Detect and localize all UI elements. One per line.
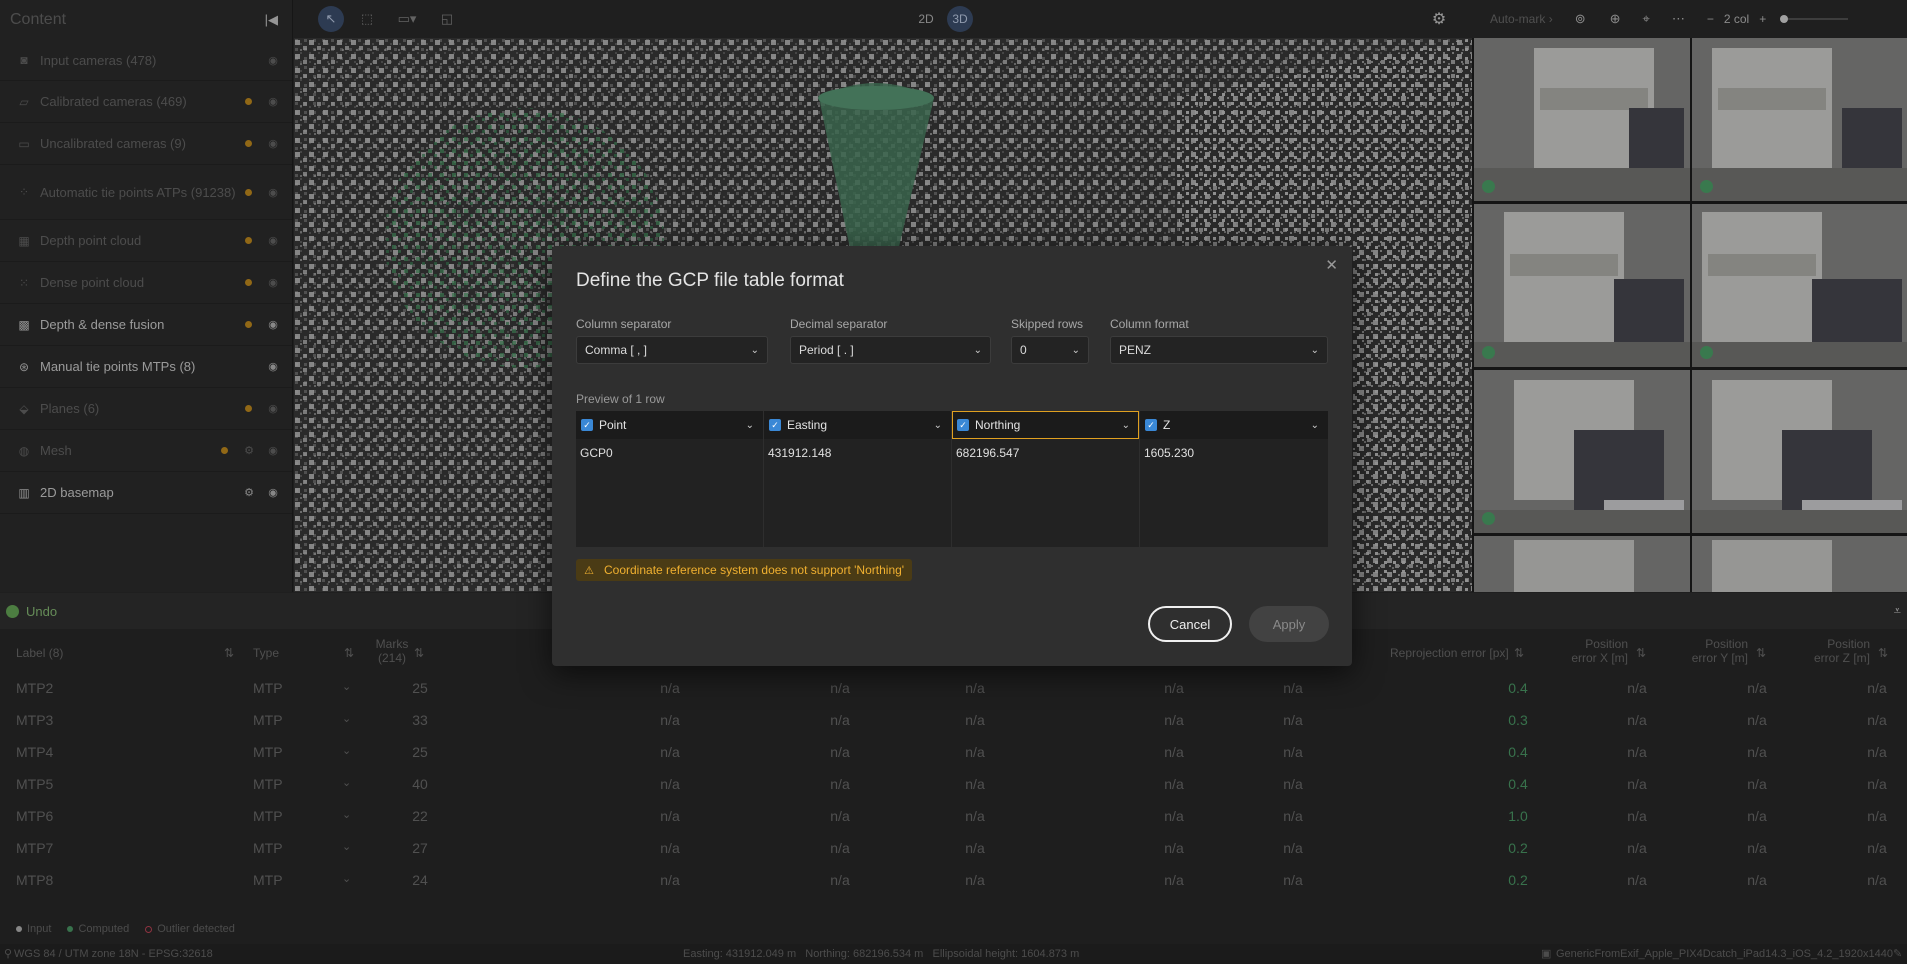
warning-icon: ⚠ <box>584 564 594 577</box>
close-icon[interactable]: ✕ <box>1325 256 1338 274</box>
column-checkbox[interactable]: ✓ <box>581 419 593 431</box>
skipped-rows-select[interactable]: 0 ⌄ <box>1011 336 1089 364</box>
crs-warning: ⚠ Coordinate reference system does not s… <box>576 559 913 581</box>
column-separator-label: Column separator <box>576 317 672 331</box>
preview-column-point: ✓ Point ⌄ GCP0 <box>576 411 764 547</box>
preview-column-z: ✓ Z ⌄ 1605.230 <box>1140 411 1328 547</box>
preview-table: ✓ Point ⌄ GCP0 ✓ Easting ⌄ 431912.148 ✓ … <box>576 411 1328 547</box>
chevron-down-icon: ⌄ <box>750 344 759 356</box>
chevron-down-icon: ⌄ <box>1310 419 1319 431</box>
column-name: Northing <box>975 418 1021 432</box>
app-window: Content |◀ ◙ Input cameras (478) ◉ ▱ Cal… <box>0 0 1907 964</box>
column-value: 1605.230 <box>1144 446 1195 460</box>
apply-button[interactable]: Apply <box>1249 606 1329 642</box>
column-header-z[interactable]: ✓ Z ⌄ <box>1140 411 1328 439</box>
column-checkbox[interactable]: ✓ <box>957 419 969 431</box>
chevron-down-icon: ⌄ <box>1121 419 1130 431</box>
column-checkbox[interactable]: ✓ <box>1145 419 1157 431</box>
decimal-separator-label: Decimal separator <box>790 317 888 331</box>
chevron-down-icon: ⌄ <box>973 344 982 356</box>
preview-column-northing: ✓ Northing ⌄ 682196.547 <box>952 411 1140 547</box>
decimal-separator-value: Period [ . ] <box>799 343 854 357</box>
column-header-point[interactable]: ✓ Point ⌄ <box>576 411 763 439</box>
column-checkbox[interactable]: ✓ <box>769 419 781 431</box>
gcp-format-dialog: Define the GCP file table format ✕ Colum… <box>552 246 1352 666</box>
column-separator-value: Comma [ , ] <box>585 343 648 357</box>
chevron-down-icon: ⌄ <box>1310 344 1319 356</box>
column-name: Point <box>599 418 627 432</box>
dialog-title: Define the GCP file table format <box>576 270 844 291</box>
skipped-rows-label: Skipped rows <box>1011 317 1084 331</box>
column-value: 682196.547 <box>956 446 1020 460</box>
preview-label: Preview of 1 row <box>576 392 665 406</box>
column-header-easting[interactable]: ✓ Easting ⌄ <box>764 411 951 439</box>
chevron-down-icon: ⌄ <box>745 419 754 431</box>
chevron-down-icon: ⌄ <box>933 419 942 431</box>
column-format-label: Column format <box>1110 317 1189 331</box>
skipped-rows-value: 0 <box>1020 343 1027 357</box>
warning-text: Coordinate reference system does not sup… <box>604 563 905 577</box>
decimal-separator-select[interactable]: Period [ . ] ⌄ <box>790 336 991 364</box>
column-name: Easting <box>787 418 828 432</box>
column-value: 431912.148 <box>768 446 832 460</box>
column-separator-select[interactable]: Comma [ , ] ⌄ <box>576 336 768 364</box>
column-value: GCP0 <box>580 446 613 460</box>
column-format-value: PENZ <box>1119 343 1152 357</box>
column-format-select[interactable]: PENZ ⌄ <box>1110 336 1328 364</box>
preview-column-easting: ✓ Easting ⌄ 431912.148 <box>764 411 952 547</box>
column-name: Z <box>1163 418 1171 432</box>
chevron-down-icon: ⌄ <box>1071 344 1080 356</box>
cancel-button[interactable]: Cancel <box>1148 606 1232 642</box>
column-header-northing[interactable]: ✓ Northing ⌄ <box>952 411 1139 439</box>
